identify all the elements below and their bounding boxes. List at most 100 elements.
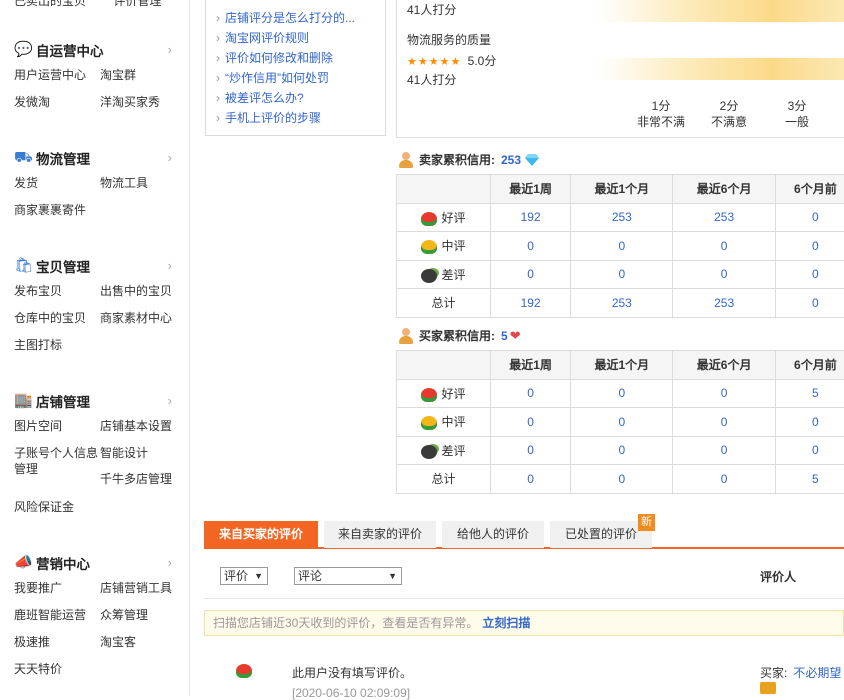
help-link[interactable]: 手机上评价的步骤 (216, 108, 385, 128)
sidebar-link[interactable]: 极速推 (14, 629, 100, 656)
table-cell[interactable]: 0 (491, 260, 571, 289)
table-cell[interactable]: 0 (571, 465, 673, 494)
diamond-icon (525, 154, 539, 166)
yellow-flower-icon (421, 416, 437, 430)
tab-given-to-others[interactable]: 给他人的评价 (442, 521, 544, 548)
rating-distribution-bar (597, 0, 844, 22)
sidebar-section-header[interactable]: ⛟ 物流管理 › (0, 146, 190, 170)
buyer-credit-heading: 买家累积信用: 5 ❤ (398, 327, 521, 344)
help-link[interactable]: 店铺评分是怎么打分的... (216, 8, 385, 28)
review-date: [2020-06-10 02:09:09] (292, 686, 410, 700)
rating-count: 41人打分 (407, 71, 456, 88)
sidebar-link[interactable]: 风险保证金 (14, 494, 100, 521)
scan-now-link[interactable]: 立刻扫描 (482, 616, 530, 630)
table-cell[interactable]: 0 (491, 232, 571, 261)
table-cell[interactable]: 0 (571, 436, 673, 465)
table-cell[interactable]: 0 (673, 436, 775, 465)
logistics-rating-score: ★★★★★ 5.0分 (407, 52, 496, 69)
tab-handled[interactable]: 已处置的评价 (550, 521, 652, 548)
sidebar-link[interactable]: 智能设计 (100, 445, 190, 461)
table-cell[interactable]: 253 (571, 203, 673, 232)
sidebar-link[interactable]: 店铺营销工具 (100, 575, 190, 602)
sidebar-link[interactable]: 商家裹裹寄件 (14, 197, 100, 224)
tab-from-buyers[interactable]: 来自买家的评价 (204, 521, 318, 548)
table-row: 总计 0 0 0 5 (397, 465, 844, 494)
table-cell[interactable]: 0 (491, 465, 571, 494)
sidebar-link[interactable]: 淘宝客 (100, 629, 190, 656)
sidebar-link[interactable]: 子账号个人信息管理 (14, 440, 100, 494)
red-flower-icon (421, 212, 437, 226)
table-cell[interactable]: 0 (775, 260, 844, 289)
sidebar-link-sold-items[interactable]: 已卖出的宝贝 (14, 0, 86, 8)
sidebar-link[interactable]: 出售中的宝贝 (100, 278, 190, 305)
table-cell[interactable]: 253 (673, 289, 775, 318)
table-cell[interactable]: 0 (571, 379, 673, 408)
chevron-right-icon: › (168, 555, 172, 570)
help-link[interactable]: 淘宝网评价规则 (216, 28, 385, 48)
seller-credit-value[interactable]: 253 (501, 153, 521, 167)
table-cell[interactable]: 192 (491, 203, 571, 232)
logistics-rating-label: 物流服务的质量 (407, 31, 491, 48)
sidebar-link[interactable]: 发货 (14, 170, 100, 197)
table-cell[interactable]: 5 (775, 465, 844, 494)
tab-from-sellers[interactable]: 来自卖家的评价 (324, 521, 436, 548)
table-cell[interactable]: 253 (673, 203, 775, 232)
sidebar-link[interactable]: 店铺基本设置 (100, 413, 190, 440)
table-cell[interactable]: 0 (775, 289, 844, 318)
sidebar-section-title: 物流管理 (36, 148, 90, 168)
table-cell[interactable]: 0 (673, 379, 775, 408)
table-cell[interactable]: 253 (571, 289, 673, 318)
seller-credit-label: 卖家累积信用: (419, 151, 495, 168)
table-cell[interactable]: 0 (673, 408, 775, 437)
table-cell[interactable]: 0 (673, 465, 775, 494)
table-cell[interactable]: 192 (491, 289, 571, 318)
help-link[interactable]: 评价如何修改和删除 (216, 48, 385, 68)
table-cell[interactable]: 0 (491, 436, 571, 465)
sidebar-link[interactable]: 图片空间 (14, 413, 100, 440)
sidebar-link[interactable]: 商家素材中心 (100, 305, 190, 332)
comment-filter-select[interactable]: 评论▼ (294, 567, 402, 585)
sidebar-link[interactable]: 天天特价 (14, 656, 100, 683)
sidebar-section-header[interactable]: 💬 自运营中心 › (0, 38, 190, 62)
seller-credit-heading: 卖家累积信用: 253 (398, 151, 539, 168)
table-cell[interactable]: 0 (673, 232, 775, 261)
sidebar-link[interactable]: 鹿班智能运营 (14, 602, 100, 629)
sidebar-link[interactable]: 千牛多店管理 (100, 471, 190, 487)
table-cell[interactable]: 0 (571, 232, 673, 261)
table-cell[interactable]: 0 (571, 260, 673, 289)
sidebar-link[interactable]: 淘宝群 (100, 62, 190, 89)
sidebar-link[interactable]: 发布宝贝 (14, 278, 100, 305)
table-row: 差评 0 0 0 0 (397, 436, 844, 465)
table-header: 最近1个月 (571, 351, 673, 380)
table-cell[interactable]: 0 (673, 260, 775, 289)
sidebar-link[interactable]: 洋淘买家秀 (100, 89, 190, 116)
sidebar-section-header[interactable]: 📣 营销中心 › (0, 551, 190, 575)
table-cell[interactable]: 0 (491, 408, 571, 437)
buyer-name-link[interactable]: 不必期望 (793, 666, 841, 680)
chevron-right-icon: › (168, 150, 172, 165)
table-cell[interactable]: 0 (775, 436, 844, 465)
buyer-credit-value[interactable]: 5 (501, 329, 508, 343)
sidebar-section-title: 营销中心 (36, 553, 90, 573)
sidebar-link[interactable]: 物流工具 (100, 170, 190, 197)
table-cell[interactable]: 0 (571, 408, 673, 437)
table-cell[interactable]: 5 (775, 379, 844, 408)
sidebar-link[interactable]: 众筹管理 (100, 602, 190, 629)
sidebar-section-header[interactable]: 🛍 宝贝管理 › (0, 254, 190, 278)
sidebar-section-logistics: ⛟ 物流管理 › 发货 物流工具 商家裹裹寄件 (0, 146, 190, 224)
sidebar-link[interactable]: 我要推广 (14, 575, 100, 602)
sidebar-link[interactable]: 发微淘 (14, 89, 100, 116)
help-link[interactable]: 被差评怎么办? (216, 88, 385, 108)
table-cell[interactable]: 0 (491, 379, 571, 408)
rating-filter-select[interactable]: 评价▼ (220, 567, 268, 585)
table-header: 最近1周 (491, 175, 571, 204)
sidebar-link[interactable]: 用户运营中心 (14, 62, 100, 89)
table-cell[interactable]: 0 (775, 408, 844, 437)
sidebar-link[interactable]: 仓库中的宝贝 (14, 305, 100, 332)
sidebar-link[interactable]: 主图打标 (14, 332, 100, 359)
sidebar-link-review-management[interactable]: 评价管理 (113, 0, 161, 8)
table-cell[interactable]: 0 (775, 232, 844, 261)
sidebar-section-header[interactable]: 🏬 店铺管理 › (0, 389, 190, 413)
help-link[interactable]: “炒作信用”如何处罚 (216, 68, 385, 88)
table-cell[interactable]: 0 (775, 203, 844, 232)
